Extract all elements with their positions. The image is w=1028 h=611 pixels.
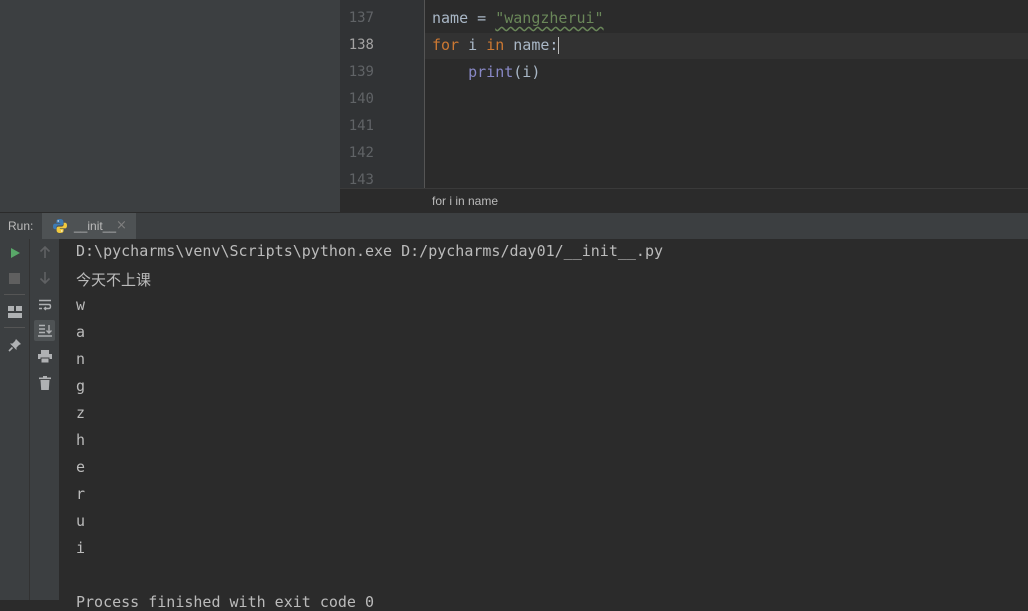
run-label: Run: [8,219,34,233]
breadcrumb[interactable]: for i in name [340,188,1028,213]
scroll-to-end-icon[interactable] [34,320,55,341]
run-tab-label: __init__ [74,219,117,233]
line-number: 141 [348,118,374,134]
console-line: u [76,512,86,530]
code-line[interactable]: for i in name: [432,36,560,54]
text-caret [558,37,560,54]
pin-icon[interactable] [4,334,25,355]
console-line: w [76,296,86,314]
line-number: 140 [348,91,374,107]
run-tab-init[interactable]: __init__ × [42,213,136,239]
line-number: 139 [348,64,374,80]
toolbar-divider [4,327,25,328]
console-line: h [76,431,86,449]
code-token: "wangzherui" [495,9,604,27]
python-icon [53,219,67,233]
code-token: print [468,63,514,81]
console-line: r [76,485,86,503]
console-line: i [76,539,86,557]
stop-icon[interactable] [4,268,25,289]
console-line: Process finished with exit code 0 [76,593,375,611]
code-token: name = [432,9,496,27]
console-line: g [76,377,86,395]
run-toolbar-secondary [30,239,60,600]
code-line[interactable]: name = "wangzherui" [432,9,604,27]
console-line: D:\pycharms\venv\Scripts\python.exe D:/p… [76,242,663,260]
trash-icon[interactable] [34,372,55,393]
console-line: 今天不上课 [76,271,152,289]
soft-wrap-icon[interactable] [34,294,55,315]
down-arrow-icon[interactable] [34,268,55,289]
close-icon[interactable]: × [116,218,127,233]
line-number: 142 [348,145,374,161]
breadcrumb-item[interactable]: for i in name [432,194,498,208]
line-number: 137 [348,10,374,26]
line-number: 143 [348,172,374,188]
console-line: a [76,323,86,341]
code-line[interactable]: print(i) [432,63,540,81]
console-line: z [76,404,86,422]
console-line: n [76,350,86,368]
code-token: for [432,36,460,54]
run-toolbar-primary [0,239,30,600]
code-token: (i) [513,63,541,81]
up-arrow-icon[interactable] [34,242,55,263]
code-token: in [486,36,505,54]
console-line: e [76,458,86,476]
run-tool-window-header: Run: __init__ × [0,212,1028,240]
toolbar-divider [4,294,25,295]
layout-icon[interactable] [4,301,25,322]
line-number: 138 [348,37,374,53]
code-token: name: [504,36,559,54]
print-icon[interactable] [34,346,55,367]
run-icon[interactable] [4,242,25,263]
code-editor[interactable]: for i in name 137 name = "wangzherui" 138 f… [340,0,1028,213]
code-token: i [459,36,487,54]
console-output[interactable]: D:\pycharms\venv\Scripts\python.exe D:/p… [60,239,1028,611]
project-panel [0,0,341,212]
